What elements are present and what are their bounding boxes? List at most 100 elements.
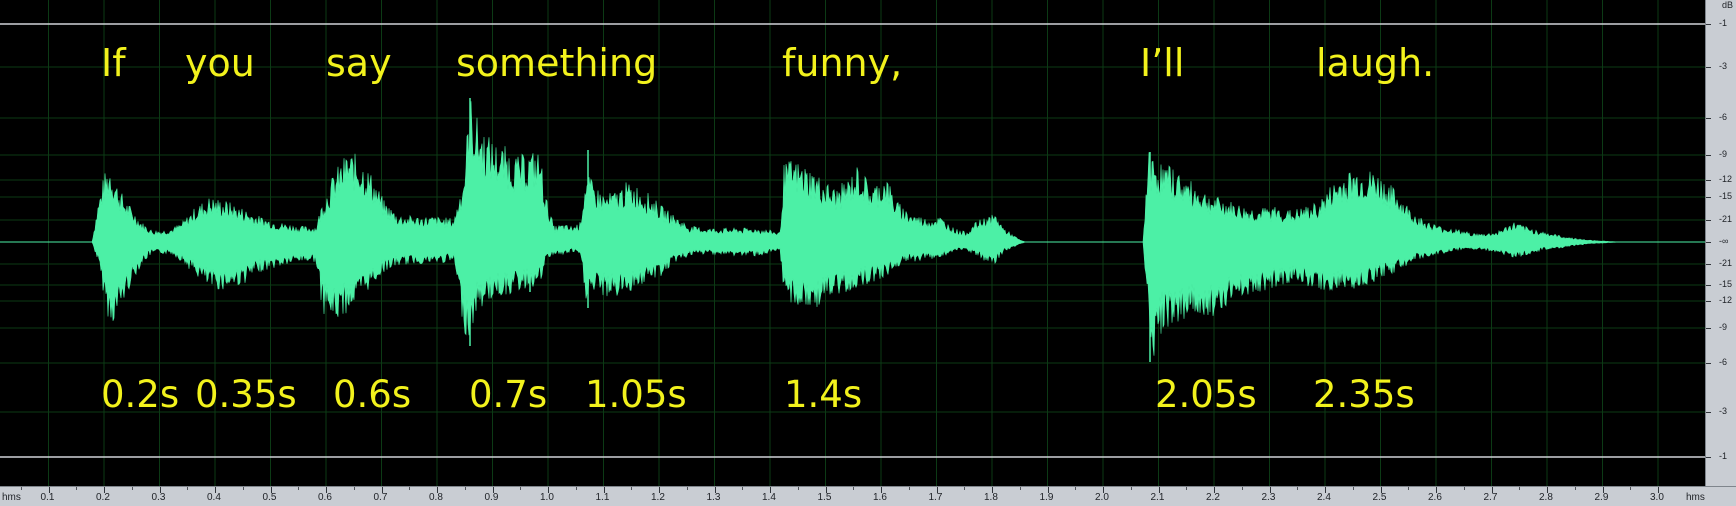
time-label: 1.3 — [706, 492, 721, 503]
db-tick — [1706, 285, 1711, 286]
time-tick — [964, 487, 966, 490]
time-label: 1.0 — [540, 492, 554, 503]
db-label: -6 — [1719, 357, 1728, 367]
time-tick — [131, 487, 133, 490]
time-tick — [20, 487, 22, 490]
waveform-segment-2 — [1142, 152, 1621, 356]
time-tick — [1075, 487, 1077, 490]
time-tick — [187, 487, 189, 490]
time-ruler-end-unit: hms — [1686, 492, 1705, 503]
time-tick — [1574, 487, 1576, 490]
db-label: -21 — [1719, 258, 1733, 268]
db-label: -15 — [1719, 191, 1733, 201]
db-tick — [1706, 220, 1711, 221]
time-tick — [686, 487, 688, 490]
time-label: 0.6 — [318, 492, 332, 503]
db-tick — [1706, 301, 1711, 302]
db-label: -15 — [1719, 279, 1733, 289]
time-label: 3.0 — [1650, 492, 1664, 503]
time-label: 1.8 — [984, 492, 998, 503]
time-tick — [242, 487, 244, 490]
db-ruler[interactable]: dB -1 -3 -6 -9 -12 -15 -21 -∞ -21 -15 -12 -9 -6 -3 -1 — [1705, 0, 1736, 486]
time-label: 0.5 — [262, 492, 277, 503]
word-say: say — [326, 41, 392, 85]
time-label: 2.5 — [1372, 492, 1387, 503]
word-if: If — [101, 41, 126, 85]
time-tick — [464, 487, 466, 490]
db-label: -3 — [1719, 406, 1728, 416]
db-label: -6 — [1719, 112, 1728, 122]
time-tick — [908, 487, 910, 490]
waveform-editor[interactable]: If you say something funny, I’ll laugh. … — [0, 0, 1736, 506]
time-label: 2.1 — [1150, 492, 1165, 503]
time-tick — [1408, 487, 1410, 490]
time-tick — [853, 487, 855, 490]
time-label: 2.4 — [1317, 492, 1331, 503]
word-funny: funny, — [782, 41, 903, 85]
db-tick — [1706, 180, 1711, 181]
time-label: 0.8 — [429, 492, 443, 503]
db-tick — [1706, 363, 1711, 364]
db-tick — [1706, 242, 1711, 243]
timestamp-1-05: 1.05s — [585, 373, 687, 416]
time-tick — [1463, 487, 1465, 490]
timestamp-1-4: 1.4s — [784, 373, 863, 416]
time-label: 1.6 — [873, 492, 887, 503]
time-tick — [575, 487, 577, 490]
time-label: 0.7 — [373, 492, 388, 503]
word-you: you — [185, 41, 255, 85]
time-tick — [520, 487, 522, 490]
word-laugh: laugh. — [1316, 41, 1435, 85]
db-unit-label: dB — [1722, 0, 1734, 10]
time-label: 2.3 — [1261, 492, 1276, 503]
db-label: -12 — [1719, 174, 1733, 184]
db-label: -1 — [1719, 451, 1728, 461]
time-tick — [1019, 487, 1021, 490]
db-tick — [1706, 328, 1711, 329]
time-tick — [631, 487, 633, 490]
word-ill: I’ll — [1140, 41, 1185, 85]
db-label: -21 — [1719, 214, 1733, 224]
db-tick — [1706, 412, 1711, 413]
timestamp-0-2: 0.2s — [101, 373, 180, 416]
timestamp-0-35: 0.35s — [195, 373, 297, 416]
time-tick — [1352, 487, 1354, 490]
time-label: 0.1 — [40, 492, 55, 503]
time-label: 0.9 — [484, 492, 499, 503]
db-tick — [1706, 155, 1711, 156]
time-tick — [1130, 487, 1132, 490]
time-label: 2.8 — [1539, 492, 1553, 503]
time-label: 1.4 — [762, 492, 776, 503]
time-label: 1.5 — [817, 492, 832, 503]
db-tick — [1706, 197, 1711, 198]
time-tick — [797, 487, 799, 490]
time-label: 0.4 — [207, 492, 221, 503]
time-label: 2.9 — [1594, 492, 1609, 503]
time-label: 1.9 — [1039, 492, 1054, 503]
time-ruler[interactable]: hms hms 0.1 0.2 0.3 0.4 0.5 0.6 0.7 0.8 0.9 1.0 1.… — [0, 486, 1736, 506]
time-tick — [1297, 487, 1299, 490]
waveform-segment-1 — [91, 101, 1027, 336]
timestamp-0-6: 0.6s — [333, 373, 412, 416]
time-label: 2.7 — [1483, 492, 1498, 503]
time-tick — [76, 487, 78, 490]
timestamp-0-7: 0.7s — [469, 373, 548, 416]
db-label: -9 — [1719, 149, 1728, 159]
audio-waveform — [91, 98, 1621, 362]
time-label: 1.7 — [928, 492, 943, 503]
time-tick — [1186, 487, 1188, 490]
timestamp-2-05: 2.05s — [1155, 373, 1257, 416]
db-tick — [1706, 264, 1711, 265]
time-label: 2.2 — [1206, 492, 1220, 503]
time-tick — [409, 487, 411, 490]
db-label: -∞ — [1719, 236, 1729, 246]
time-tick — [742, 487, 744, 490]
time-tick — [1519, 487, 1521, 490]
time-ruler-start-unit: hms — [2, 492, 21, 503]
db-label: -12 — [1719, 295, 1733, 305]
db-tick — [1706, 67, 1711, 68]
time-label: 1.2 — [651, 492, 665, 503]
time-label: 0.2 — [96, 492, 110, 503]
time-label: 0.3 — [151, 492, 166, 503]
time-label: 1.1 — [595, 492, 610, 503]
